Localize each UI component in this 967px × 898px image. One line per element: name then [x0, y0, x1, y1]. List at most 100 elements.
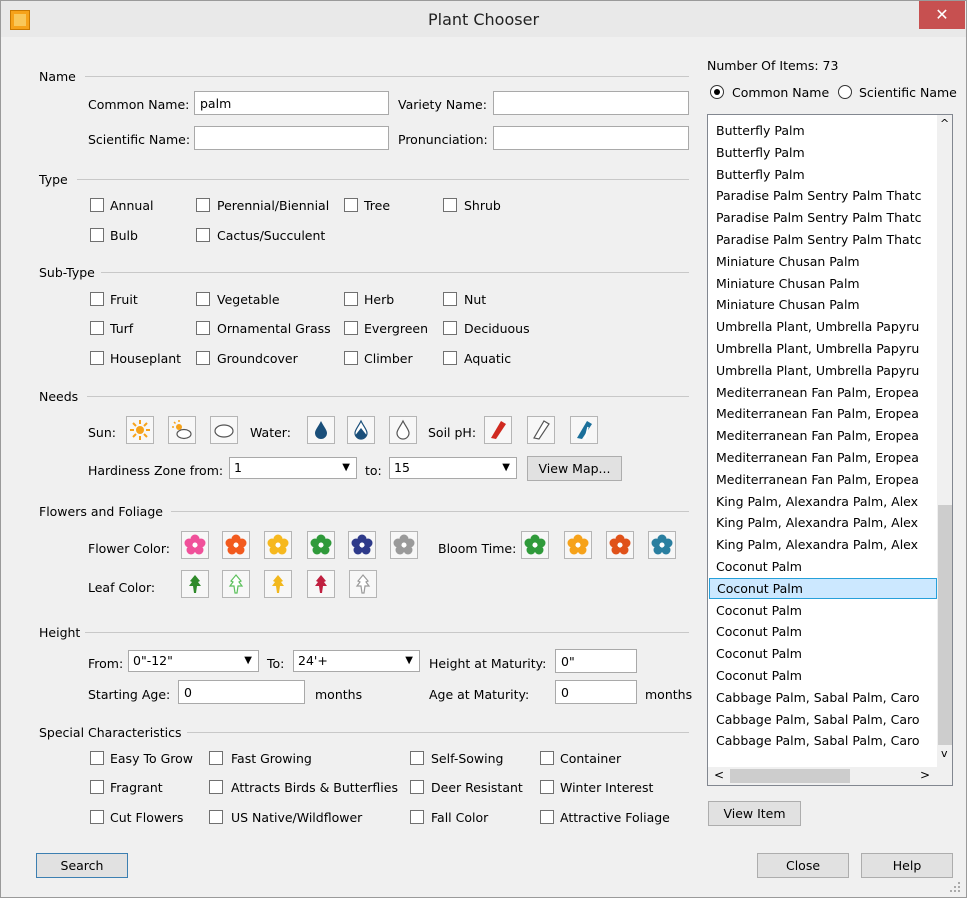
medium-water-icon[interactable]: [347, 416, 375, 444]
list-item[interactable]: Miniature Chusan Palm: [716, 273, 938, 294]
close-window-button[interactable]: ✕: [919, 1, 965, 29]
type-annual-checkbox[interactable]: [90, 198, 104, 212]
type-cactus-checkbox[interactable]: [196, 228, 210, 242]
subtype-climber-checkbox[interactable]: [344, 351, 358, 365]
leaf-color-3-icon[interactable]: [264, 570, 292, 598]
leaf-color-5-icon[interactable]: [349, 570, 377, 598]
horizontal-scroll-thumb[interactable]: [730, 769, 850, 783]
list-item[interactable]: Paradise Palm Sentry Palm Thatc: [716, 185, 938, 206]
subtype-houseplant-checkbox[interactable]: [90, 351, 104, 365]
flower-color-3-icon[interactable]: [264, 531, 292, 559]
resize-grip-icon[interactable]: [949, 881, 961, 893]
shade-icon[interactable]: [210, 416, 238, 444]
age-at-maturity-input[interactable]: [555, 680, 637, 704]
list-item[interactable]: Cabbage Palm, Sabal Palm, Caro: [716, 709, 938, 730]
full-sun-icon[interactable]: [126, 416, 154, 444]
list-item[interactable]: Mediterranean Fan Palm, Eropea: [716, 403, 938, 424]
list-item[interactable]: Mediterranean Fan Palm, Eropea: [716, 382, 938, 403]
common-name-input[interactable]: [194, 91, 389, 115]
subtype-groundcover-checkbox[interactable]: [196, 351, 210, 365]
cut-flowers-checkbox[interactable]: [90, 810, 104, 824]
list-item[interactable]: Coconut Palm: [716, 643, 938, 664]
list-item[interactable]: Cabbage Palm, Sabal Palm, Caro: [716, 730, 938, 751]
type-tree-checkbox[interactable]: [344, 198, 358, 212]
list-item[interactable]: Paradise Palm Sentry Palm Thatc: [716, 207, 938, 228]
hardiness-from-select[interactable]: 1 ▼: [229, 457, 357, 479]
search-button[interactable]: Search: [36, 853, 128, 878]
fast-growing-checkbox[interactable]: [209, 751, 223, 765]
us-native-checkbox[interactable]: [209, 810, 223, 824]
type-perennial-checkbox[interactable]: [196, 198, 210, 212]
leaf-color-1-icon[interactable]: [181, 570, 209, 598]
list-item[interactable]: Mediterranean Fan Palm, Eropea: [716, 447, 938, 468]
list-item[interactable]: Coconut Palm: [709, 577, 937, 599]
type-bulb-checkbox[interactable]: [90, 228, 104, 242]
attractive-foliage-checkbox[interactable]: [540, 810, 554, 824]
flower-color-2-icon[interactable]: [222, 531, 250, 559]
subtype-turf-checkbox[interactable]: [90, 321, 104, 335]
leaf-color-2-icon[interactable]: [222, 570, 250, 598]
height-to-select[interactable]: 24'+ ▼: [293, 650, 420, 672]
list-item[interactable]: Coconut Palm: [716, 621, 938, 642]
list-item[interactable]: King Palm, Alexandra Palm, Alex: [716, 491, 938, 512]
high-water-icon[interactable]: [307, 416, 335, 444]
help-button[interactable]: Help: [861, 853, 953, 878]
list-item[interactable]: Cabbage Palm, Sabal Palm, Caro: [716, 687, 938, 708]
container-checkbox[interactable]: [540, 751, 554, 765]
list-item[interactable]: Paradise Palm Sentry Palm Thatc: [716, 229, 938, 250]
list-item[interactable]: Coconut Palm: [716, 665, 938, 686]
results-list[interactable]: Butterfly Palm Butterfly Palm Butterfly Pa…: [707, 114, 953, 786]
low-water-icon[interactable]: [389, 416, 417, 444]
list-item[interactable]: Mediterranean Fan Palm, Eropea: [716, 469, 938, 490]
winter-interest-checkbox[interactable]: [540, 780, 554, 794]
list-item[interactable]: Coconut Palm: [716, 556, 938, 577]
view-item-button[interactable]: View Item: [708, 801, 801, 826]
subtype-fruit-checkbox[interactable]: [90, 292, 104, 306]
subtype-deciduous-checkbox[interactable]: [443, 321, 457, 335]
list-item[interactable]: King Palm, Alexandra Palm, Alex: [716, 534, 938, 555]
scroll-right-icon[interactable]: >: [920, 768, 930, 782]
deer-resistant-checkbox[interactable]: [410, 780, 424, 794]
self-sowing-checkbox[interactable]: [410, 751, 424, 765]
close-button[interactable]: Close: [757, 853, 849, 878]
easy-to-grow-checkbox[interactable]: [90, 751, 104, 765]
subtype-vegetable-checkbox[interactable]: [196, 292, 210, 306]
bloom-time-2-icon[interactable]: [564, 531, 592, 559]
flower-color-1-icon[interactable]: [181, 531, 209, 559]
height-from-select[interactable]: 0"-12" ▼: [128, 650, 259, 672]
subtype-aquatic-checkbox[interactable]: [443, 351, 457, 365]
attracts-birds-checkbox[interactable]: [209, 780, 223, 794]
horizontal-scrollbar[interactable]: < >: [708, 767, 937, 785]
scientific-name-input[interactable]: [194, 126, 389, 150]
list-item[interactable]: Umbrella Plant, Umbrella Papyru: [716, 338, 938, 359]
list-item[interactable]: Umbrella Plant, Umbrella Papyru: [716, 360, 938, 381]
hardiness-to-select[interactable]: 15 ▼: [389, 457, 517, 479]
variety-name-input[interactable]: [493, 91, 689, 115]
subtype-ornamental-grass-checkbox[interactable]: [196, 321, 210, 335]
scroll-left-icon[interactable]: <: [714, 768, 724, 782]
list-item[interactable]: King Palm, Alexandra Palm, Alex: [716, 512, 938, 533]
flower-color-4-icon[interactable]: [307, 531, 335, 559]
list-item[interactable]: Coconut Palm: [716, 600, 938, 621]
leaf-color-4-icon[interactable]: [307, 570, 335, 598]
alkaline-soil-icon[interactable]: [570, 416, 598, 444]
height-at-maturity-input[interactable]: [555, 649, 637, 673]
flower-color-6-icon[interactable]: [390, 531, 418, 559]
list-item[interactable]: Umbrella Plant, Umbrella Papyru: [716, 316, 938, 337]
starting-age-input[interactable]: [178, 680, 305, 704]
list-item[interactable]: Butterfly Palm: [716, 142, 938, 163]
bloom-time-1-icon[interactable]: [521, 531, 549, 559]
type-shrub-checkbox[interactable]: [443, 198, 457, 212]
flower-color-5-icon[interactable]: [348, 531, 376, 559]
subtype-evergreen-checkbox[interactable]: [344, 321, 358, 335]
vertical-scroll-thumb[interactable]: [938, 505, 952, 745]
fragrant-checkbox[interactable]: [90, 780, 104, 794]
bloom-time-4-icon[interactable]: [648, 531, 676, 559]
vertical-scrollbar[interactable]: ^ v: [937, 115, 952, 767]
acidic-soil-icon[interactable]: [484, 416, 512, 444]
list-item[interactable]: Miniature Chusan Palm: [716, 251, 938, 272]
subtype-nut-checkbox[interactable]: [443, 292, 457, 306]
list-item[interactable]: Butterfly Palm: [716, 120, 938, 141]
subtype-herb-checkbox[interactable]: [344, 292, 358, 306]
scroll-up-icon[interactable]: ^: [940, 117, 949, 130]
